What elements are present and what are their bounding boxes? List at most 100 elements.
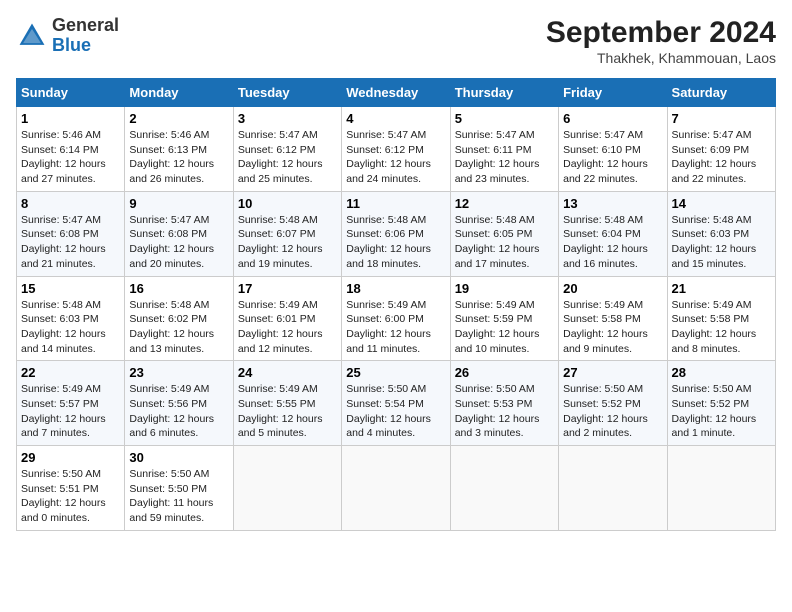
calendar-cell bbox=[559, 446, 667, 531]
calendar-cell: 18 Sunrise: 5:49 AMSunset: 6:00 PMDaylig… bbox=[342, 276, 450, 361]
calendar-week-row: 1 Sunrise: 5:46 AMSunset: 6:14 PMDayligh… bbox=[17, 107, 776, 192]
calendar-week-row: 15 Sunrise: 5:48 AMSunset: 6:03 PMDaylig… bbox=[17, 276, 776, 361]
day-info: Sunrise: 5:47 AMSunset: 6:12 PMDaylight:… bbox=[238, 128, 337, 187]
weekday-header-wednesday: Wednesday bbox=[342, 79, 450, 107]
day-info: Sunrise: 5:50 AMSunset: 5:53 PMDaylight:… bbox=[455, 382, 554, 441]
logo-text: General Blue bbox=[52, 16, 119, 56]
day-info: Sunrise: 5:46 AMSunset: 6:14 PMDaylight:… bbox=[21, 128, 120, 187]
day-number: 26 bbox=[455, 365, 554, 380]
day-number: 28 bbox=[672, 365, 771, 380]
day-info: Sunrise: 5:49 AMSunset: 6:00 PMDaylight:… bbox=[346, 298, 445, 357]
day-info: Sunrise: 5:49 AMSunset: 5:56 PMDaylight:… bbox=[129, 382, 228, 441]
page-header: General Blue September 2024 Thakhek, Kha… bbox=[16, 16, 776, 66]
calendar-cell: 6 Sunrise: 5:47 AMSunset: 6:10 PMDayligh… bbox=[559, 107, 667, 192]
day-info: Sunrise: 5:47 AMSunset: 6:08 PMDaylight:… bbox=[129, 213, 228, 272]
day-info: Sunrise: 5:47 AMSunset: 6:10 PMDaylight:… bbox=[563, 128, 662, 187]
calendar-cell: 8 Sunrise: 5:47 AMSunset: 6:08 PMDayligh… bbox=[17, 191, 125, 276]
title-block: September 2024 Thakhek, Khammouan, Laos bbox=[546, 16, 776, 66]
calendar-cell: 1 Sunrise: 5:46 AMSunset: 6:14 PMDayligh… bbox=[17, 107, 125, 192]
day-info: Sunrise: 5:46 AMSunset: 6:13 PMDaylight:… bbox=[129, 128, 228, 187]
logo: General Blue bbox=[16, 16, 119, 56]
day-number: 3 bbox=[238, 111, 337, 126]
day-number: 14 bbox=[672, 196, 771, 211]
day-info: Sunrise: 5:50 AMSunset: 5:54 PMDaylight:… bbox=[346, 382, 445, 441]
day-number: 4 bbox=[346, 111, 445, 126]
calendar-cell: 16 Sunrise: 5:48 AMSunset: 6:02 PMDaylig… bbox=[125, 276, 233, 361]
calendar-week-row: 29 Sunrise: 5:50 AMSunset: 5:51 PMDaylig… bbox=[17, 446, 776, 531]
weekday-header-row: SundayMondayTuesdayWednesdayThursdayFrid… bbox=[17, 79, 776, 107]
day-info: Sunrise: 5:47 AMSunset: 6:12 PMDaylight:… bbox=[346, 128, 445, 187]
day-number: 17 bbox=[238, 281, 337, 296]
calendar-cell: 7 Sunrise: 5:47 AMSunset: 6:09 PMDayligh… bbox=[667, 107, 775, 192]
day-info: Sunrise: 5:50 AMSunset: 5:52 PMDaylight:… bbox=[672, 382, 771, 441]
day-info: Sunrise: 5:50 AMSunset: 5:50 PMDaylight:… bbox=[129, 467, 228, 526]
day-info: Sunrise: 5:49 AMSunset: 6:01 PMDaylight:… bbox=[238, 298, 337, 357]
day-number: 29 bbox=[21, 450, 120, 465]
day-info: Sunrise: 5:47 AMSunset: 6:08 PMDaylight:… bbox=[21, 213, 120, 272]
calendar-cell: 22 Sunrise: 5:49 AMSunset: 5:57 PMDaylig… bbox=[17, 361, 125, 446]
day-number: 21 bbox=[672, 281, 771, 296]
calendar-cell: 17 Sunrise: 5:49 AMSunset: 6:01 PMDaylig… bbox=[233, 276, 341, 361]
weekday-header-thursday: Thursday bbox=[450, 79, 558, 107]
weekday-header-sunday: Sunday bbox=[17, 79, 125, 107]
calendar-cell: 28 Sunrise: 5:50 AMSunset: 5:52 PMDaylig… bbox=[667, 361, 775, 446]
day-info: Sunrise: 5:48 AMSunset: 6:06 PMDaylight:… bbox=[346, 213, 445, 272]
calendar-cell: 13 Sunrise: 5:48 AMSunset: 6:04 PMDaylig… bbox=[559, 191, 667, 276]
calendar-cell: 27 Sunrise: 5:50 AMSunset: 5:52 PMDaylig… bbox=[559, 361, 667, 446]
calendar-cell: 5 Sunrise: 5:47 AMSunset: 6:11 PMDayligh… bbox=[450, 107, 558, 192]
day-number: 1 bbox=[21, 111, 120, 126]
calendar-cell: 20 Sunrise: 5:49 AMSunset: 5:58 PMDaylig… bbox=[559, 276, 667, 361]
day-number: 5 bbox=[455, 111, 554, 126]
day-info: Sunrise: 5:49 AMSunset: 5:57 PMDaylight:… bbox=[21, 382, 120, 441]
day-number: 24 bbox=[238, 365, 337, 380]
day-number: 11 bbox=[346, 196, 445, 211]
calendar-cell: 10 Sunrise: 5:48 AMSunset: 6:07 PMDaylig… bbox=[233, 191, 341, 276]
day-info: Sunrise: 5:48 AMSunset: 6:07 PMDaylight:… bbox=[238, 213, 337, 272]
day-number: 13 bbox=[563, 196, 662, 211]
weekday-header-tuesday: Tuesday bbox=[233, 79, 341, 107]
day-info: Sunrise: 5:49 AMSunset: 5:55 PMDaylight:… bbox=[238, 382, 337, 441]
calendar-cell bbox=[342, 446, 450, 531]
day-info: Sunrise: 5:48 AMSunset: 6:04 PMDaylight:… bbox=[563, 213, 662, 272]
day-number: 23 bbox=[129, 365, 228, 380]
day-number: 20 bbox=[563, 281, 662, 296]
day-number: 16 bbox=[129, 281, 228, 296]
day-number: 18 bbox=[346, 281, 445, 296]
calendar-week-row: 8 Sunrise: 5:47 AMSunset: 6:08 PMDayligh… bbox=[17, 191, 776, 276]
logo-general: General bbox=[52, 15, 119, 35]
day-number: 22 bbox=[21, 365, 120, 380]
month-year-title: September 2024 bbox=[546, 16, 776, 50]
day-number: 27 bbox=[563, 365, 662, 380]
calendar-cell: 11 Sunrise: 5:48 AMSunset: 6:06 PMDaylig… bbox=[342, 191, 450, 276]
calendar-cell: 26 Sunrise: 5:50 AMSunset: 5:53 PMDaylig… bbox=[450, 361, 558, 446]
calendar-cell bbox=[450, 446, 558, 531]
weekday-header-friday: Friday bbox=[559, 79, 667, 107]
logo-icon bbox=[16, 20, 48, 52]
day-info: Sunrise: 5:48 AMSunset: 6:02 PMDaylight:… bbox=[129, 298, 228, 357]
day-info: Sunrise: 5:47 AMSunset: 6:11 PMDaylight:… bbox=[455, 128, 554, 187]
calendar-cell: 14 Sunrise: 5:48 AMSunset: 6:03 PMDaylig… bbox=[667, 191, 775, 276]
calendar-cell: 19 Sunrise: 5:49 AMSunset: 5:59 PMDaylig… bbox=[450, 276, 558, 361]
day-number: 19 bbox=[455, 281, 554, 296]
calendar-cell bbox=[233, 446, 341, 531]
calendar-cell: 3 Sunrise: 5:47 AMSunset: 6:12 PMDayligh… bbox=[233, 107, 341, 192]
location-subtitle: Thakhek, Khammouan, Laos bbox=[546, 50, 776, 66]
day-number: 7 bbox=[672, 111, 771, 126]
calendar-cell: 21 Sunrise: 5:49 AMSunset: 5:58 PMDaylig… bbox=[667, 276, 775, 361]
calendar-table: SundayMondayTuesdayWednesdayThursdayFrid… bbox=[16, 78, 776, 531]
day-number: 15 bbox=[21, 281, 120, 296]
calendar-cell: 9 Sunrise: 5:47 AMSunset: 6:08 PMDayligh… bbox=[125, 191, 233, 276]
day-number: 10 bbox=[238, 196, 337, 211]
calendar-week-row: 22 Sunrise: 5:49 AMSunset: 5:57 PMDaylig… bbox=[17, 361, 776, 446]
day-number: 2 bbox=[129, 111, 228, 126]
day-number: 9 bbox=[129, 196, 228, 211]
day-number: 8 bbox=[21, 196, 120, 211]
weekday-header-saturday: Saturday bbox=[667, 79, 775, 107]
calendar-cell: 24 Sunrise: 5:49 AMSunset: 5:55 PMDaylig… bbox=[233, 361, 341, 446]
calendar-cell: 12 Sunrise: 5:48 AMSunset: 6:05 PMDaylig… bbox=[450, 191, 558, 276]
calendar-cell: 15 Sunrise: 5:48 AMSunset: 6:03 PMDaylig… bbox=[17, 276, 125, 361]
calendar-cell: 25 Sunrise: 5:50 AMSunset: 5:54 PMDaylig… bbox=[342, 361, 450, 446]
day-info: Sunrise: 5:48 AMSunset: 6:03 PMDaylight:… bbox=[21, 298, 120, 357]
day-number: 25 bbox=[346, 365, 445, 380]
logo-blue: Blue bbox=[52, 35, 91, 55]
